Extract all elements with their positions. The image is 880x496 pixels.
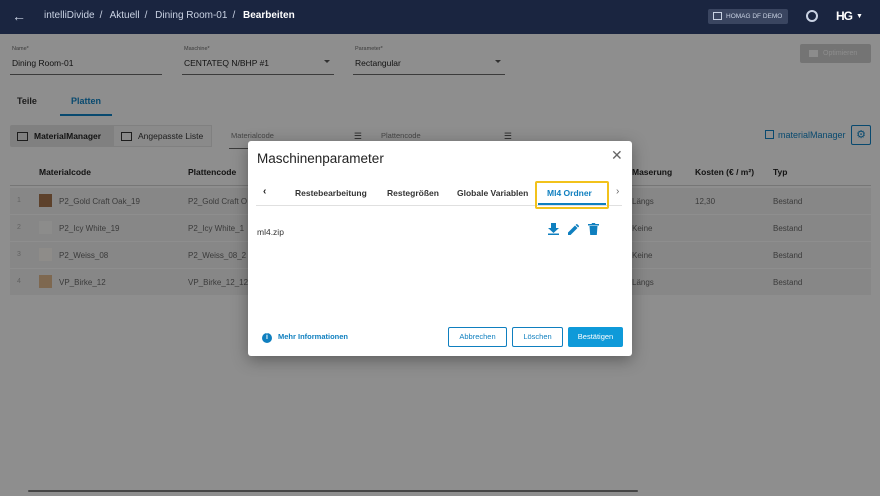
confirm-button[interactable]: Bestätigen — [568, 327, 623, 347]
breadcrumb-job[interactable]: Dining Room-01 — [155, 10, 227, 21]
breadcrumb-aktuell[interactable]: Aktuell — [110, 10, 140, 21]
download-icon[interactable] — [548, 223, 559, 235]
edit-icon[interactable] — [568, 223, 579, 235]
cancel-button[interactable]: Abbrechen — [448, 327, 507, 347]
demo-badge[interactable]: HOMAG DF DEMO — [708, 9, 788, 24]
tab-restebearbeitung[interactable]: Restebearbeitung — [295, 188, 367, 198]
tab-globale-variablen[interactable]: Globale Variablen — [457, 188, 528, 198]
breadcrumb-current: Bearbeiten — [243, 10, 295, 21]
building-icon — [713, 12, 722, 21]
file-name: ml4.zip — [257, 227, 284, 237]
active-tab-indicator — [538, 203, 606, 205]
chevron-right-icon[interactable]: › — [616, 186, 619, 197]
breadcrumb-app[interactable]: intelliDivide — [44, 10, 95, 21]
more-info-label: Mehr Informationen — [278, 332, 349, 341]
delete-icon[interactable] — [588, 223, 599, 235]
info-icon: i — [262, 333, 272, 343]
machine-parameters-dialog: Maschinenparameter ✕ ‹ Restebearbeitung … — [248, 141, 632, 356]
logo-text: HG — [836, 9, 853, 23]
tab-restegroessen[interactable]: Restegrößen — [387, 188, 439, 198]
delete-button[interactable]: Löschen — [512, 327, 563, 347]
chevron-down-icon: ▼ — [856, 13, 863, 21]
close-icon[interactable]: ✕ — [611, 147, 623, 164]
top-bar: ← intelliDivide / Aktuell / Dining Room-01… — [0, 0, 880, 34]
chevron-left-icon[interactable]: ‹ — [263, 186, 266, 197]
breadcrumb: intelliDivide / Aktuell / Dining Room-01/ … — [44, 10, 295, 21]
more-info-link[interactable]: i Mehr Informationen — [262, 332, 348, 343]
headset-icon[interactable] — [806, 10, 818, 22]
homag-logo[interactable]: HG ▼ — [836, 9, 863, 23]
demo-badge-label: HOMAG DF DEMO — [726, 13, 783, 20]
back-arrow-icon[interactable]: ← — [12, 8, 28, 24]
dialog-title: Maschinenparameter — [257, 151, 384, 166]
